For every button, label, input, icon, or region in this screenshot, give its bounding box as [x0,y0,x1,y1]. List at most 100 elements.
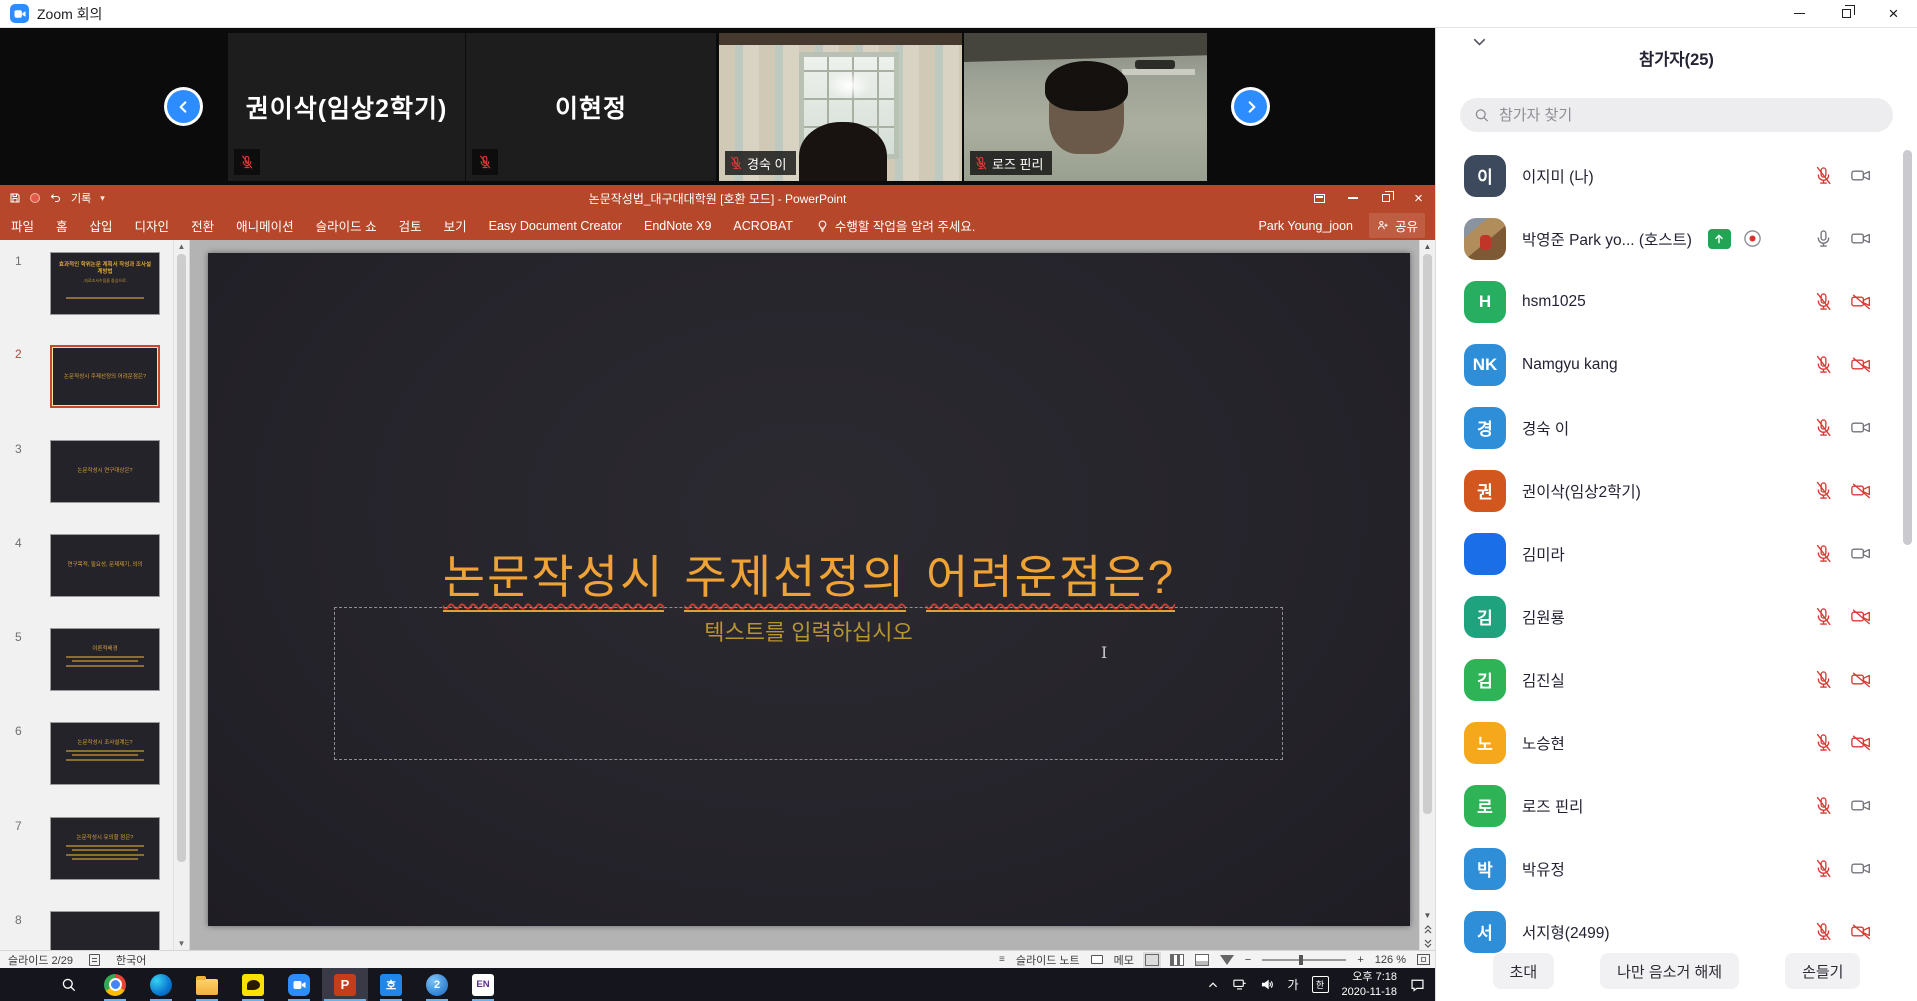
participant-row[interactable]: 김김원룡 [1436,585,1917,648]
taskbar-file-explorer-icon[interactable] [184,968,230,1001]
participant-row[interactable]: 박박유정 [1436,837,1917,900]
scroll-up-icon[interactable]: ▲ [1420,242,1435,251]
taskbar-start-icon[interactable] [0,968,46,1001]
zoom-slider[interactable] [1262,959,1346,961]
participant-row[interactable]: Hhsm1025 [1436,270,1917,333]
slide-counter[interactable]: 슬라이드 2/29 [8,952,73,968]
zoom-percentage[interactable]: 126 % [1375,954,1406,966]
ribbon-tab-file[interactable]: 파일 [0,211,45,240]
participant-row[interactable]: 권권이삭(임상2학기) [1436,459,1917,522]
share-button[interactable]: 공유 [1369,213,1425,238]
ime-icon[interactable]: 한 [1312,976,1329,993]
ribbon-tab-9[interactable]: Easy Document Creator [478,211,633,240]
ppt-close-button[interactable]: × [1402,185,1435,211]
slide-sorter-view-icon[interactable] [1170,954,1184,966]
reading-view-icon[interactable] [1195,954,1209,966]
minimize-button[interactable] [1776,0,1823,27]
scroll-up-icon[interactable]: ▲ [174,242,189,251]
muted-mic-icon[interactable] [1814,670,1833,689]
muted-mic-icon[interactable] [1814,733,1833,752]
slide-title[interactable]: 논문작성시주제선정의어려운점은? [208,541,1410,612]
participants-scrollbar[interactable] [1903,150,1912,545]
close-button[interactable]: × [1870,0,1917,27]
ribbon-tab-7[interactable]: 검토 [388,211,433,240]
participant-name-tile[interactable]: 권이삭(임상2학기) [228,33,465,181]
next-videos-arrow-icon[interactable] [1234,90,1267,123]
zoom-out-icon[interactable]: − [1245,954,1251,966]
fit-slide-to-window-icon[interactable] [1417,954,1430,965]
muted-mic-icon[interactable] [1814,544,1833,563]
participant-search-box[interactable] [1460,98,1893,132]
qat-customize-icon[interactable]: ▾ [100,193,105,204]
account-name[interactable]: Park Young_joon [1258,219,1353,233]
muted-mic-icon[interactable] [1814,418,1833,437]
camera-icon[interactable] [1850,544,1872,563]
scroll-down-icon[interactable]: ▼ [174,939,189,948]
ribbon-display-options-icon[interactable] [1303,185,1336,211]
ribbon-tab-2[interactable]: 삽입 [79,211,124,240]
previous-videos-arrow-icon[interactable] [167,90,200,123]
camera-off-icon[interactable] [1850,733,1872,752]
restore-button[interactable] [1823,0,1870,27]
taskbar-zoom-icon[interactable] [276,968,322,1001]
camera-icon[interactable] [1850,796,1872,815]
ribbon-tab-6[interactable]: 슬라이드 쇼 [305,211,388,240]
ppt-restore-button[interactable] [1369,185,1402,211]
muted-mic-icon[interactable] [1814,292,1833,311]
previous-slide-icon[interactable] [1423,925,1433,934]
participant-row[interactable]: NKNamgyu kang [1436,333,1917,396]
taskbar-powerpoint-icon[interactable]: P [322,968,368,1001]
ribbon-tab-4[interactable]: 전환 [180,211,225,240]
ribbon-tab-1[interactable]: 홈 [45,211,79,240]
next-slide-icon[interactable] [1423,939,1433,948]
muted-mic-icon[interactable] [1814,796,1833,815]
network-icon[interactable] [1232,978,1247,991]
slide-text-placeholder[interactable]: 텍스트를 입력하십시오 [334,607,1283,760]
ribbon-tab-8[interactable]: 보기 [433,211,478,240]
thumbnail-scrollbar[interactable]: ▲ ▼ [173,240,189,950]
camera-icon[interactable] [1850,859,1872,878]
taskbar-search-icon[interactable] [46,968,92,1001]
participant-row[interactable]: 박영준 Park yo... (호스트) [1436,207,1917,270]
participant-row[interactable]: 경경숙 이 [1436,396,1917,459]
taskbar-kakaotalk-icon[interactable] [230,968,276,1001]
participant-video-tile[interactable]: 로즈 핀리 [964,33,1207,181]
save-icon[interactable] [9,192,21,204]
participant-row[interactable]: 로로즈 핀리 [1436,774,1917,837]
ribbon-tab-11[interactable]: ACROBAT [722,211,804,240]
taskbar-hancom-hwp-icon[interactable]: 호 [368,968,414,1001]
raise-hand-button[interactable]: 손들기 [1785,953,1860,989]
notes-toggle[interactable]: 슬라이드 노트 [1016,952,1080,968]
search-input[interactable] [1499,107,1879,124]
taskbar-blue-globe-app-icon[interactable]: 2 [414,968,460,1001]
language-status[interactable]: 한국어 [116,952,146,968]
participant-row[interactable]: 노노승현 [1436,711,1917,774]
undo-icon[interactable] [49,192,62,204]
tell-me-box[interactable]: 수행할 작업을 알려 주세요. [816,216,975,235]
action-center-icon[interactable] [1410,978,1425,992]
camera-off-icon[interactable] [1850,922,1872,941]
mic-icon[interactable] [1814,229,1833,248]
slideshow-view-icon[interactable] [1220,955,1234,965]
muted-mic-icon[interactable] [1814,859,1833,878]
taskbar-chrome-icon[interactable] [92,968,138,1001]
normal-view-icon[interactable] [1145,954,1159,966]
slide-scrollbar[interactable]: ▲ ▼ [1419,240,1435,950]
hidden-icons-chevron-icon[interactable] [1207,980,1219,990]
camera-icon[interactable] [1850,229,1872,248]
camera-off-icon[interactable] [1850,292,1872,311]
proofing-status-icon[interactable] [89,954,100,966]
muted-mic-icon[interactable] [1814,355,1833,374]
muted-mic-icon[interactable] [1814,166,1833,185]
ime-mode-indicator[interactable]: 가 [1288,976,1299,993]
camera-off-icon[interactable] [1850,607,1872,626]
zoom-in-icon[interactable]: + [1357,954,1363,966]
participant-row[interactable]: 이이지미 (나) [1436,144,1917,207]
participant-video-tile[interactable]: 경숙 이 [719,33,962,181]
muted-mic-icon[interactable] [1814,607,1833,626]
ppt-minimize-button[interactable] [1336,185,1369,211]
camera-off-icon[interactable] [1850,355,1872,374]
volume-icon[interactable] [1260,978,1275,991]
camera-off-icon[interactable] [1850,670,1872,689]
current-slide[interactable]: 논문작성시주제선정의어려운점은? 텍스트를 입력하십시오 I [208,253,1410,926]
